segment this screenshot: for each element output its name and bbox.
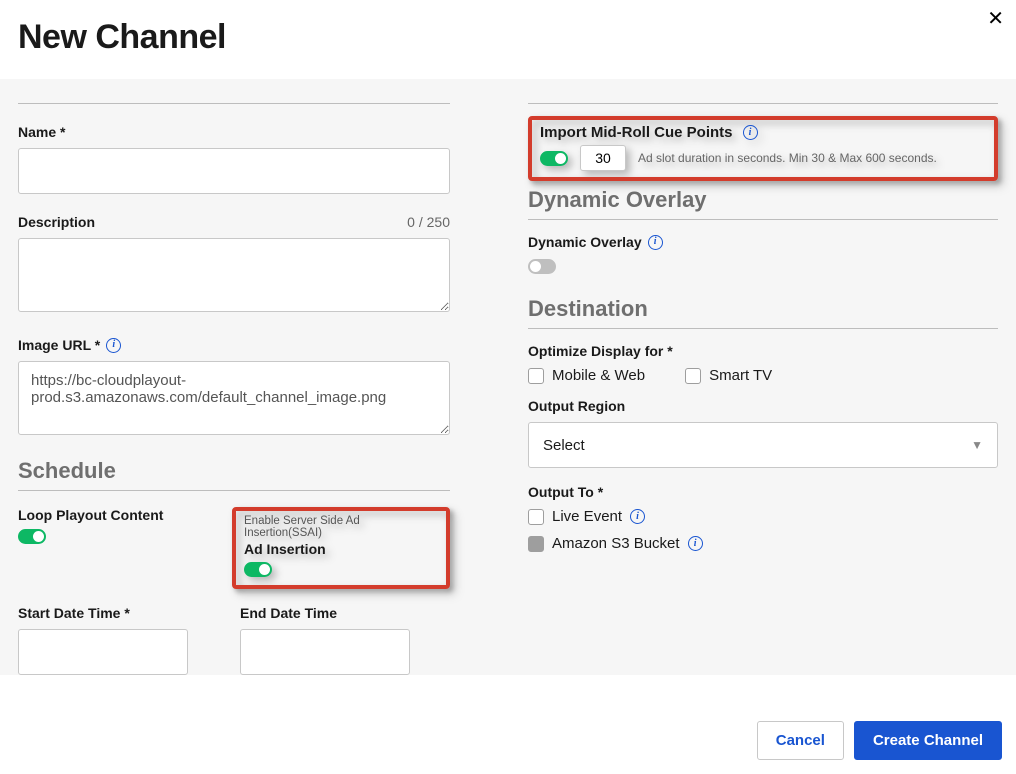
ad-insertion-toggle[interactable] — [244, 562, 272, 577]
live-event-label: Live Event — [552, 508, 622, 525]
midroll-hint: Ad slot duration in seconds. Min 30 & Ma… — [638, 151, 937, 165]
ssai-caption: Enable Server Side Ad Insertion(SSAI) — [244, 515, 438, 539]
destination-section-title: Destination — [528, 296, 998, 329]
left-column: Name * Description 0 / 250 Image URL * h… — [18, 103, 450, 675]
select-placeholder: Select — [543, 437, 585, 454]
start-date-input[interactable] — [18, 629, 188, 675]
right-column: Import Mid-Roll Cue Points Ad slot durat… — [528, 103, 998, 675]
smart-tv-checkbox[interactable] — [685, 368, 701, 384]
midroll-highlight: Import Mid-Roll Cue Points Ad slot durat… — [528, 116, 998, 181]
midroll-label: Import Mid-Roll Cue Points — [540, 124, 733, 141]
description-counter: 0 / 250 — [407, 214, 450, 230]
image-url-label-text: Image URL * — [18, 337, 100, 353]
loop-playout-toggle[interactable] — [18, 529, 46, 544]
output-region-label: Output Region — [528, 398, 998, 414]
dynamic-overlay-section-title: Dynamic Overlay — [528, 187, 998, 220]
name-input[interactable] — [18, 148, 450, 194]
dynamic-overlay-toggle[interactable] — [528, 259, 556, 274]
mobile-web-checkbox[interactable] — [528, 368, 544, 384]
dialog-content: Name * Description 0 / 250 Image URL * h… — [0, 79, 1016, 675]
dialog-header: New Channel — [0, 0, 1016, 79]
dynamic-overlay-label-text: Dynamic Overlay — [528, 234, 642, 250]
end-date-label: End Date Time — [240, 605, 450, 621]
ad-insertion-label: Ad Insertion — [244, 541, 438, 557]
ad-insertion-highlight: Enable Server Side Ad Insertion(SSAI) Ad… — [232, 507, 450, 589]
create-channel-button[interactable]: Create Channel — [854, 721, 1002, 760]
midroll-toggle[interactable] — [540, 151, 568, 166]
image-url-input[interactable]: https://bc-cloudplayout-prod.s3.amazonaw… — [18, 361, 450, 435]
info-icon[interactable] — [630, 509, 645, 524]
dialog-footer: Cancel Create Channel — [757, 721, 1002, 760]
divider — [18, 103, 450, 104]
divider — [528, 103, 998, 104]
live-event-checkbox[interactable] — [528, 509, 544, 525]
s3-bucket-checkbox[interactable] — [528, 536, 544, 552]
end-date-input[interactable] — [240, 629, 410, 675]
output-region-select[interactable]: Select ▼ — [528, 422, 998, 468]
midroll-duration-input[interactable] — [580, 145, 626, 171]
image-url-label: Image URL * — [18, 337, 450, 353]
cancel-button[interactable]: Cancel — [757, 721, 844, 760]
output-to-label: Output To * — [528, 484, 998, 500]
dynamic-overlay-label: Dynamic Overlay — [528, 234, 998, 250]
info-icon[interactable] — [743, 125, 758, 140]
mobile-web-label: Mobile & Web — [552, 367, 645, 384]
info-icon[interactable] — [106, 338, 121, 353]
close-icon[interactable]: ✕ — [987, 6, 1004, 31]
name-label: Name * — [18, 124, 450, 140]
chevron-down-icon: ▼ — [971, 438, 983, 452]
description-label: Description — [18, 214, 95, 230]
info-icon[interactable] — [648, 235, 663, 250]
loop-playout-label: Loop Playout Content — [18, 507, 208, 523]
s3-bucket-label: Amazon S3 Bucket — [552, 535, 680, 552]
schedule-section-title: Schedule — [18, 458, 450, 491]
optimize-display-label: Optimize Display for * — [528, 343, 998, 359]
description-input[interactable] — [18, 238, 450, 312]
info-icon[interactable] — [688, 536, 703, 551]
smart-tv-label: Smart TV — [709, 367, 772, 384]
start-date-label: Start Date Time * — [18, 605, 228, 621]
page-title: New Channel — [18, 18, 998, 57]
